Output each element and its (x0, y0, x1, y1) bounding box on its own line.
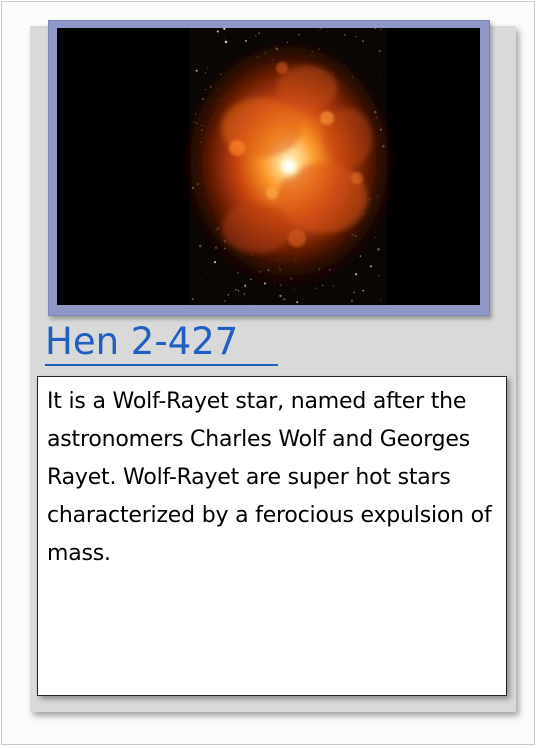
background-star (377, 247, 380, 251)
background-star (380, 28, 382, 30)
background-star (353, 291, 355, 293)
background-star (199, 244, 202, 248)
background-star (213, 260, 217, 264)
description-box: It is a Wolf-Rayet star, named after the… (37, 376, 507, 696)
object-title[interactable]: Hen 2-427 (45, 318, 238, 366)
title-underline (45, 364, 278, 366)
background-star (279, 294, 282, 298)
background-star (379, 76, 381, 78)
background-star (378, 274, 380, 277)
background-star (379, 299, 382, 302)
background-star (224, 37, 226, 39)
background-star (255, 35, 257, 37)
background-star (378, 49, 381, 53)
background-star (350, 299, 353, 302)
background-star (362, 40, 364, 43)
background-star (333, 285, 335, 287)
background-star (327, 31, 329, 33)
background-star (243, 293, 246, 295)
background-star (362, 289, 364, 292)
background-star (369, 265, 372, 268)
background-star (315, 287, 317, 289)
background-star (195, 69, 198, 72)
photo-frame (48, 20, 490, 316)
background-star (224, 300, 226, 302)
description-text: It is a Wolf-Rayet star, named after the… (47, 389, 492, 566)
background-star (293, 288, 295, 290)
background-star (322, 284, 324, 286)
background-star (191, 298, 194, 300)
background-star (227, 294, 229, 296)
background-star (320, 28, 322, 30)
background-star (205, 88, 207, 90)
nebula-image (57, 28, 480, 305)
background-star (224, 40, 228, 44)
background-star (206, 271, 208, 273)
background-star (237, 290, 240, 292)
background-star (194, 95, 196, 97)
background-star (343, 33, 346, 36)
background-star (207, 67, 209, 69)
background-star (286, 41, 288, 44)
background-star (258, 32, 260, 34)
background-star (354, 273, 358, 276)
background-star (248, 304, 250, 305)
background-star (243, 292, 244, 294)
background-star (374, 237, 376, 238)
background-star (235, 288, 237, 291)
nebula-picture (57, 28, 480, 305)
background-star (298, 34, 300, 36)
background-star (205, 72, 207, 74)
background-star (282, 298, 286, 301)
background-star (355, 36, 357, 38)
background-star (244, 39, 248, 42)
background-star (216, 30, 219, 33)
background-star (317, 29, 319, 31)
background-star (296, 301, 299, 304)
background-star (244, 284, 247, 287)
